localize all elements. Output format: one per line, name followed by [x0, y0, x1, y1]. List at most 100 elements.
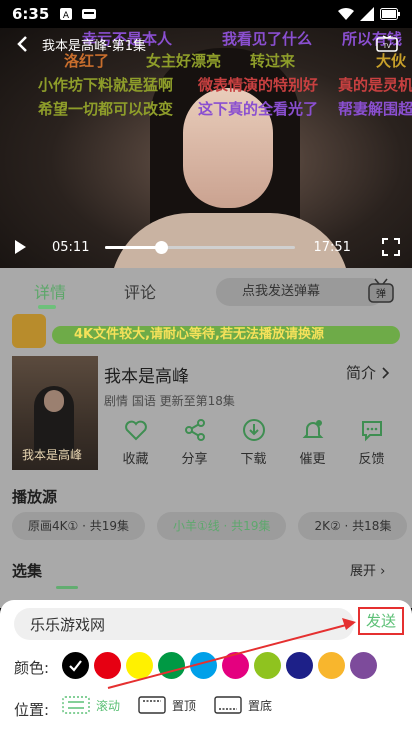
show-meta: 剧情 国语 更新至第18集 [104, 394, 235, 408]
source-item-active[interactable]: 小羊①线 · 共19集 [156, 512, 287, 540]
notice-text: 4K文件较大,请耐心等待,若无法播放请换源 [52, 326, 400, 344]
danmaku-toggle-icon[interactable]: 弹 [366, 276, 396, 306]
show-poster[interactable]: 我本是高峰 [12, 356, 98, 470]
share-icon [184, 419, 205, 441]
tab-comments-label: 评论 [124, 283, 157, 302]
heart-icon [124, 420, 147, 441]
chevron-right-icon [382, 366, 390, 379]
seek-bar-fill [105, 245, 161, 249]
share-button[interactable]: 分享 [165, 418, 224, 467]
download-icon [242, 419, 265, 441]
poster-title: 我本是高峰 [22, 448, 83, 462]
mascot-icon [12, 314, 46, 348]
urge-update-label: 催更 [299, 452, 326, 467]
download-button[interactable]: 下载 [224, 418, 283, 467]
position-scroll-label: 滚动 [96, 698, 121, 713]
episode-marker [56, 586, 78, 589]
color-swatch[interactable] [62, 652, 89, 679]
notice-banner: 4K文件较大,请耐心等待,若无法播放请换源 [12, 314, 400, 348]
send-button[interactable]: 发送 [358, 607, 404, 635]
show-title: 我本是高峰 [104, 367, 189, 387]
color-swatch[interactable] [158, 652, 185, 679]
source-list: 原画4K① · 共19集 小羊①线 · 共19集 2K② · 共18集 [12, 512, 408, 540]
total-time: 17:51 [313, 239, 351, 255]
danmaku-item: 帮妻解围超 [338, 100, 412, 118]
current-time: 05:11 [52, 239, 90, 255]
back-arrow-icon[interactable] [14, 35, 32, 53]
scroll-position-icon [62, 696, 90, 714]
signal-icon [360, 7, 374, 21]
tab-details-label: 详情 [34, 283, 67, 302]
feedback-button[interactable]: 反馈 [342, 418, 401, 467]
wifi-icon [338, 7, 354, 21]
intro-label: 简介 [346, 364, 377, 382]
position-top[interactable]: 置顶 [138, 696, 196, 714]
expand-label: 展开 [350, 564, 377, 579]
tv-cast-icon[interactable]: TV [376, 35, 398, 53]
video-top-bar: 我本是高峰-第1集 TV [0, 28, 412, 60]
source-item[interactable]: 2K② · 共18集 [298, 512, 408, 540]
favorite-label: 收藏 [122, 452, 149, 467]
position-bottom[interactable]: 置底 [214, 696, 272, 714]
feedback-icon [361, 421, 382, 442]
poster-face [44, 390, 64, 412]
action-row: 收藏 分享 下载 催更 反馈 [106, 418, 402, 467]
share-label: 分享 [181, 452, 208, 467]
source-item[interactable]: 原画4K① · 共19集 [12, 512, 145, 540]
favorite-button[interactable]: 收藏 [106, 418, 165, 467]
position-bottom-label: 置底 [248, 698, 273, 713]
danmaku-item: 这下真的全看光了 [198, 100, 319, 118]
expand-button[interactable]: 展开 › [350, 560, 385, 579]
color-swatch[interactable] [318, 652, 345, 679]
download-label: 下载 [240, 452, 267, 467]
tab-details[interactable]: 详情 [34, 279, 67, 309]
video-player[interactable]: 幸亏不是本人 我看见了什么 所以有钱 洛红了 女主好漂亮 转过来 大伙 小作坊下… [0, 28, 412, 268]
intro-link[interactable]: 简介 [346, 362, 390, 383]
status-time: 6:35 [12, 5, 50, 23]
color-swatches [62, 652, 377, 679]
battery-icon [380, 8, 400, 20]
detail-panel: 详情 评论 点我发送弹幕 弹 4K文件较大,请耐心等待,若无法播放请换源 我本是… [0, 268, 412, 608]
svg-text:TV: TV [382, 43, 392, 50]
color-swatch[interactable] [222, 652, 249, 679]
color-label: 颜色: [14, 659, 50, 677]
app-notification-icon [82, 9, 97, 19]
danmaku-item: 希望一切都可以改变 [38, 100, 174, 118]
danmaku-input-wrapper [14, 608, 354, 640]
danmaku-input[interactable] [14, 608, 354, 640]
checkmark-icon [69, 660, 82, 672]
urge-update-button[interactable]: 催更 [283, 418, 342, 467]
top-position-icon [138, 696, 166, 714]
danmaku-composer: 发送 颜色: 位置: 滚动 置顶 置底 [0, 600, 412, 732]
position-top-label: 置顶 [172, 698, 197, 713]
app-notification-icon: A [60, 8, 73, 20]
status-bar: 6:35 A [0, 0, 412, 28]
tab-comments[interactable]: 评论 [124, 279, 156, 303]
position-options: 滚动 置顶 置底 [62, 696, 272, 714]
feedback-label: 反馈 [358, 452, 385, 467]
sources-title: 播放源 [12, 488, 58, 506]
color-swatch[interactable] [126, 652, 153, 679]
episodes-title: 选集 [12, 562, 43, 580]
seek-bar-knob[interactable] [154, 240, 168, 254]
bottom-position-icon [214, 696, 242, 714]
danmaku-item: 微表情演的特别好 [198, 76, 319, 94]
video-controls: 05:11 17:51 [0, 232, 412, 262]
danmaku-item: 真的是灵机 [338, 76, 412, 94]
color-swatch[interactable] [254, 652, 281, 679]
svg-text:A: A [63, 11, 70, 20]
color-swatch[interactable] [286, 652, 313, 679]
color-swatch[interactable] [350, 652, 377, 679]
color-swatch[interactable] [190, 652, 217, 679]
color-swatch[interactable] [94, 652, 121, 679]
position-scroll[interactable]: 滚动 [62, 696, 120, 714]
seek-bar[interactable] [105, 240, 296, 254]
tab-active-indicator [38, 305, 56, 309]
play-icon[interactable] [12, 239, 28, 255]
bell-icon [302, 420, 323, 438]
video-title: 我本是高峰-第1集 [42, 38, 146, 54]
svg-text:弹: 弹 [376, 287, 386, 300]
fullscreen-icon[interactable] [382, 238, 400, 256]
send-danmaku-button[interactable]: 点我发送弹幕 [216, 278, 384, 306]
danmaku-item: 小作坊下料就是猛啊 [38, 76, 174, 94]
